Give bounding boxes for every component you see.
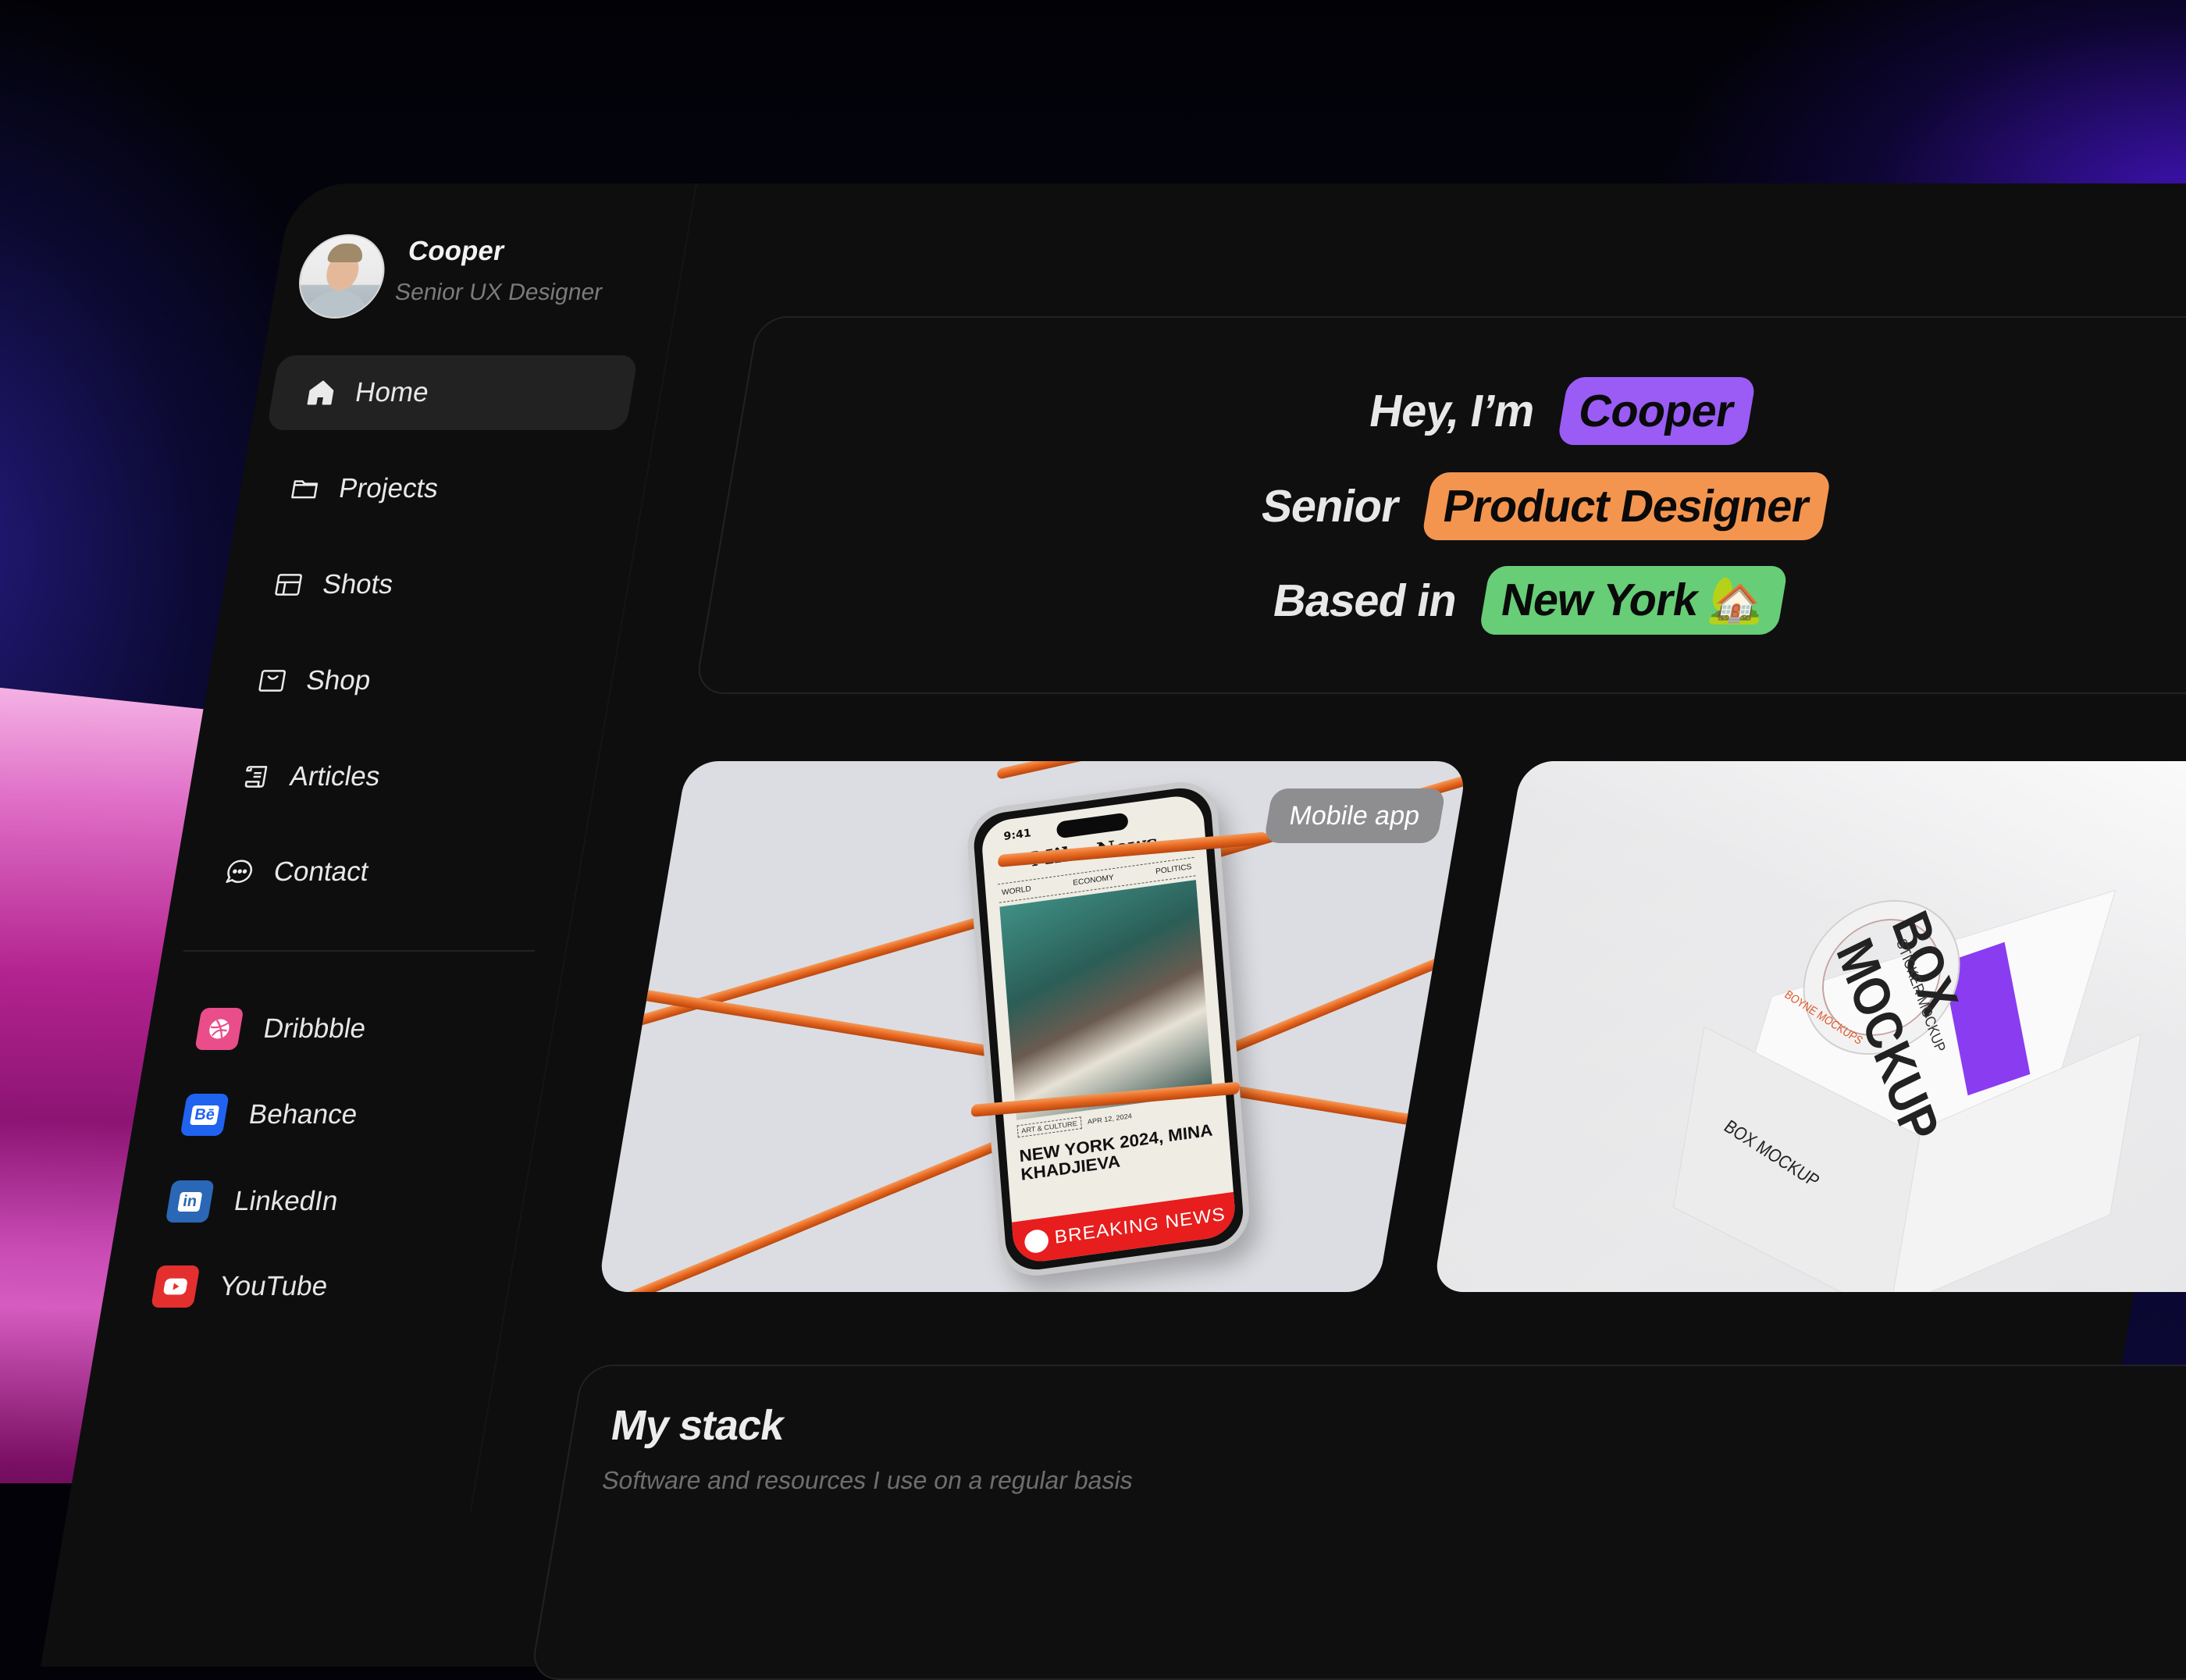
sidebar-item-label: Shop [304,665,373,696]
social-label: LinkedIn [232,1186,341,1216]
project-card-branding[interactable]: BOX MOCKUP BOX MOCKUP STICKER MOCKUP BOY… [1432,761,2186,1292]
behance-icon: Bē [180,1094,230,1136]
project-card-mobile-app[interactable]: 9:41 Mika News WORLD ECONOMY POLITICS AR… [596,761,1469,1292]
folder-icon [287,473,323,504]
social-label: Behance [246,1099,360,1130]
sidebar-item-shots[interactable]: Shots [233,547,605,622]
sidebar-item-shop[interactable]: Shop [218,643,589,718]
social-label: YouTube [217,1271,330,1301]
hero-line-location: Based in New York 🏡 [704,566,2186,635]
title-highlight: Product Designer [1420,472,1832,540]
social-link-linkedin[interactable]: in LinkedIn [165,1178,342,1225]
hero-line-name: Hey, I’m Cooper [736,377,2186,445]
hero-prefix: Based in [1269,575,1461,626]
rope-decoration [996,761,1469,780]
shopping-bag-icon [254,665,290,696]
hero-line-title: Senior Product Designer [720,472,2186,540]
hero-prefix: Senior [1258,481,1403,532]
sidebar-separator [183,950,536,952]
sidebar-item-label: Articles [287,761,383,792]
social-label: Dribbble [261,1013,368,1044]
sidebar-item-label: Projects [336,473,441,504]
stack-subtitle: Software and resources I use on a regula… [600,1466,1136,1494]
sidebar-item-label: Home [353,377,432,408]
layout-icon [270,569,307,600]
social-link-youtube[interactable]: YouTube [151,1263,332,1310]
stack-title: My stack [607,1402,788,1449]
project-tag: Mobile app [1262,788,1447,843]
sidebar-item-articles[interactable]: Articles [201,739,573,814]
name-highlight: Cooper [1556,377,1757,445]
home-icon [303,377,340,408]
profile-role: Senior UX Designer [393,279,605,305]
sidebar-item-label: Contact [271,856,372,887]
profile-name: Cooper [405,236,507,266]
dribbble-icon [194,1008,244,1050]
scroll-icon [237,761,274,792]
linkedin-icon: in [165,1180,215,1223]
social-link-behance[interactable]: Bē Behance [180,1091,361,1138]
social-link-dribbble[interactable]: Dribbble [194,1006,370,1052]
sidebar-item-home[interactable]: Home [266,355,639,430]
sidebar-item-projects[interactable]: Projects [250,451,621,526]
hero-prefix: Hey, I’m [1365,386,1539,436]
youtube-icon [151,1265,201,1308]
app-window: Cooper Senior UX Designer Home Projects … [0,0,2186,1680]
chat-bubble-icon [222,856,258,888]
location-highlight: New York 🏡 [1478,566,1789,635]
sidebar-item-contact[interactable]: Contact [185,835,557,909]
box-mockup: BOX MOCKUP BOX MOCKUP STICKER MOCKUP BOY… [1615,886,2149,1292]
sidebar-item-label: Shots [320,569,396,600]
